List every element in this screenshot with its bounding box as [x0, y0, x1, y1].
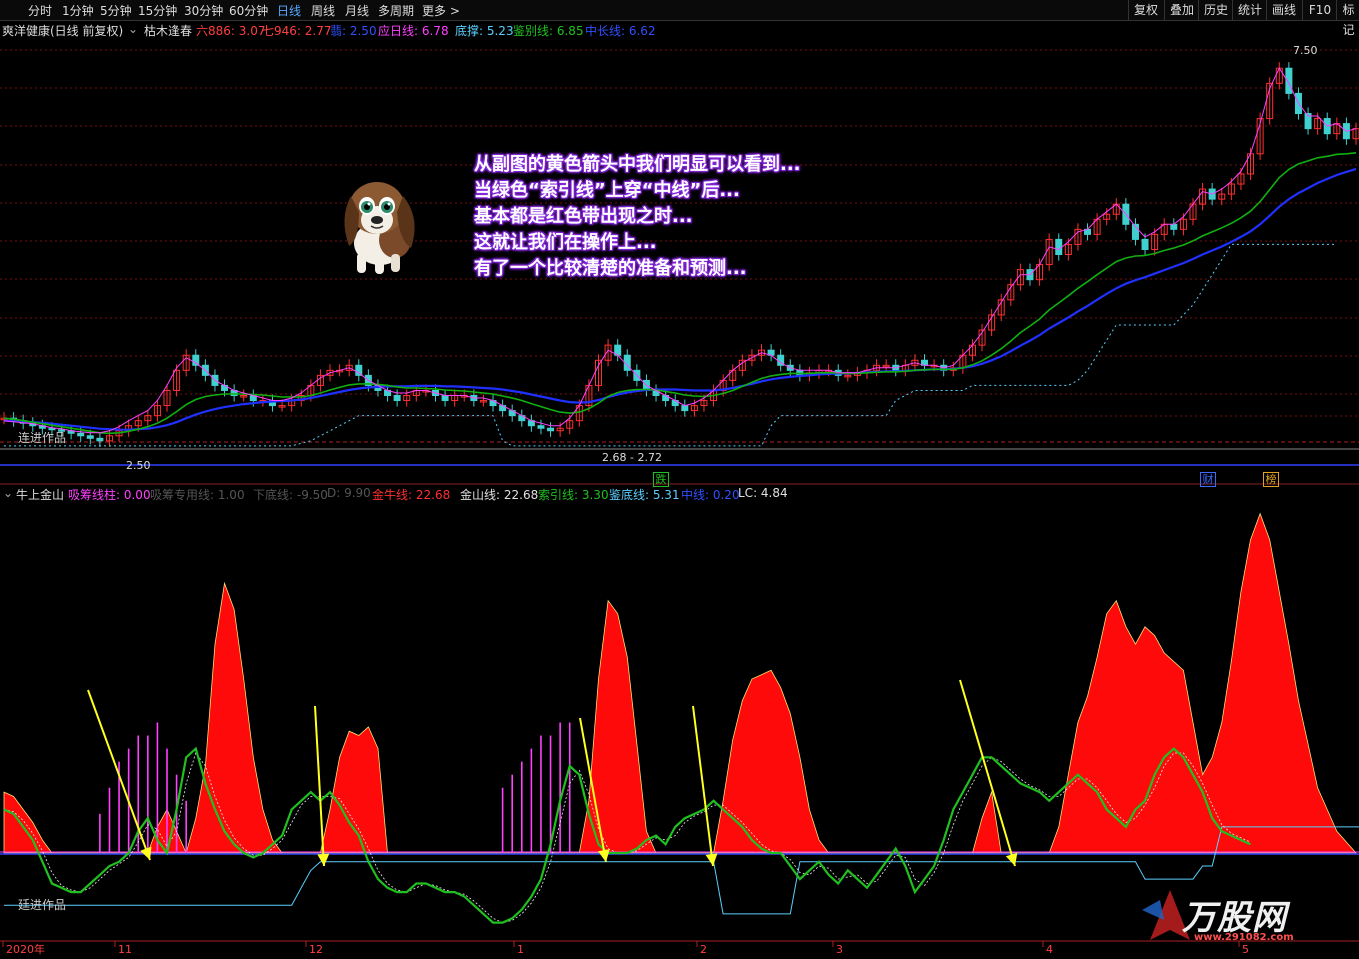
candle-body [1141, 238, 1149, 250]
gold-bull-area [3, 512, 1357, 855]
candle-body [1170, 223, 1178, 230]
site-logo: 万股网 www.291082.com [1140, 880, 1359, 950]
candle-body [77, 432, 85, 437]
time-label: 4 [1046, 943, 1053, 956]
logo-url: www.291082.com [1194, 932, 1294, 943]
watermark-top: 连进作品 [18, 431, 67, 445]
candle-body [547, 427, 555, 432]
candle-body [537, 425, 545, 429]
yellow-arrowhead [597, 849, 610, 862]
yellow-arrowhead [705, 853, 718, 866]
dog-mascot-icon [344, 182, 415, 274]
annotation-callout: 从副图的黄色箭头中我们明显可以看到... 当绿色“索引线”上穿“中线”后... … [474, 152, 801, 282]
candle-body [96, 437, 104, 442]
time-label: 2 [700, 943, 707, 956]
price-mid-label: 2.68 - 2.72 [602, 451, 662, 464]
time-label: 3 [836, 943, 843, 956]
yellow-arrowhead [1005, 852, 1018, 866]
chart-canvas[interactable]: 7.502.502.68 - 2.722020年 11 12 1 2 3 4 5 [0, 0, 1359, 959]
callout-line: 这就让我们在操作上... [474, 232, 657, 253]
event-marker-finance[interactable]: 财 [1200, 472, 1216, 487]
candle-body [393, 395, 401, 402]
candle-body [1055, 238, 1063, 256]
price-low-label: 2.50 [126, 459, 151, 472]
candle-body [681, 405, 689, 412]
yellow-arrowhead [317, 853, 330, 866]
candle-body [192, 354, 200, 366]
candle-body [441, 395, 449, 402]
time-label: 12 [309, 943, 323, 956]
yellow-arrow [692, 705, 714, 867]
event-marker-list[interactable]: 榜 [1263, 472, 1279, 487]
time-label: 2020年 [6, 942, 45, 956]
event-marker-fall[interactable]: 跌 [653, 472, 669, 487]
callout-line: 有了一个比较清楚的准备和预测... [474, 258, 747, 279]
callout-line: 当绿色“索引线”上穿“中线”后... [474, 180, 740, 201]
callout-line: 从副图的黄色箭头中我们明显可以看到... [474, 154, 801, 175]
price-high-label: 7.50 [1293, 44, 1318, 57]
candle-body [86, 435, 94, 439]
time-label: 1 [517, 943, 524, 956]
time-label: 11 [118, 943, 132, 956]
callout-line: 基本都是红色带出现之时... [474, 206, 693, 227]
yellow-arrow [314, 705, 325, 867]
watermark-bottom: 廷进作品 [18, 898, 67, 912]
